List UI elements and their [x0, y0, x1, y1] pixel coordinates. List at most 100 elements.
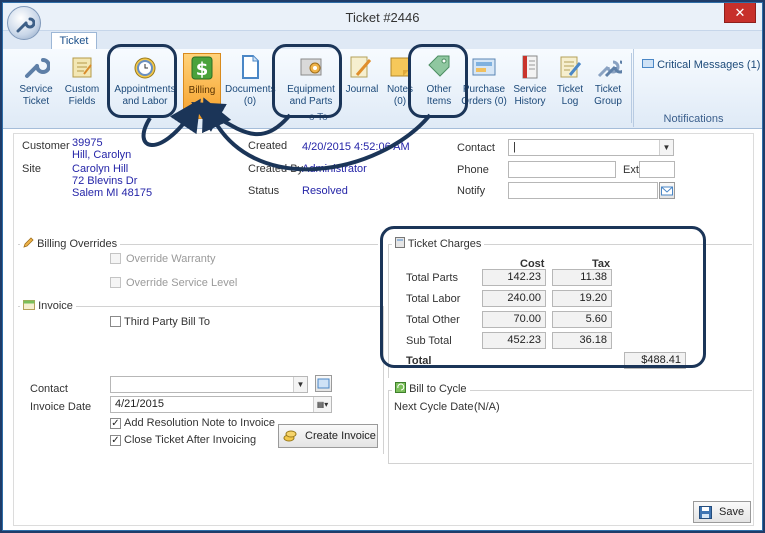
service-ticket-button[interactable]: Service Ticket: [13, 53, 59, 119]
close-ticket-after-invoicing-checkbox[interactable]: ✓: [110, 435, 121, 446]
equipment-gear-icon: [300, 58, 322, 76]
customer-label: Customer: [22, 140, 70, 152]
create-invoice-button[interactable]: Create Invoice: [278, 424, 378, 448]
next-cycle-date-value: (N/A): [474, 401, 500, 413]
tab-ticket[interactable]: Ticket: [51, 32, 97, 50]
billing-label-1: Billing: [188, 85, 216, 96]
add-resolution-note-label: Add Resolution Note to Invoice: [124, 417, 276, 429]
service-history-button[interactable]: Service History: [511, 53, 549, 119]
close-button[interactable]: ✕: [724, 3, 756, 23]
custom-fields-icon: [72, 57, 92, 78]
customer-id-link[interactable]: 39975: [72, 137, 103, 149]
contact-dropdown-value: |: [513, 141, 516, 153]
ticket-log-label-1: Ticket: [556, 84, 584, 95]
journal-label: Journal: [345, 84, 379, 95]
override-service-level-checkbox[interactable]: [110, 277, 121, 288]
contact-label: Contact: [457, 142, 495, 154]
floppy-disk-icon: [699, 506, 712, 519]
critical-messages-label: Critical Messages (1): [657, 59, 761, 71]
add-resolution-note-checkbox[interactable]: ✓: [110, 418, 121, 429]
status-label: Status: [248, 185, 280, 197]
save-label: Save: [719, 506, 745, 518]
dollar-icon: $: [191, 56, 213, 80]
purchase-orders-label-2: Orders (0): [461, 96, 507, 107]
phone-label: Phone: [457, 164, 489, 176]
purchase-orders-button[interactable]: Purchase Orders (0): [461, 53, 507, 119]
third-party-bill-to-label: Third Party Bill To: [124, 316, 210, 328]
ticket-log-button[interactable]: Ticket Log: [553, 53, 587, 119]
total-label: Total: [406, 355, 432, 367]
created-by-value: Administrator: [302, 163, 367, 175]
invoice-contact-dropdown[interactable]: ▼: [110, 376, 308, 393]
documents-label-1: Documents: [225, 84, 276, 95]
ribbon-group-separator: [631, 53, 632, 123]
notify-field[interactable]: [508, 182, 658, 199]
total-value: $488.41: [624, 352, 686, 369]
ribbon-group-label-go-to: o To: [309, 112, 328, 123]
custom-fields-label-2: Fields: [68, 96, 96, 107]
ribbon: Service Ticket Custom Fields Appointment…: [3, 49, 762, 129]
phone-field[interactable]: [508, 161, 616, 178]
custom-fields-button[interactable]: Custom Fields: [59, 53, 105, 119]
next-cycle-date-label: Next Cycle Date: [394, 401, 474, 413]
created-label: Created: [248, 140, 288, 152]
chevron-down-icon[interactable]: ▼: [293, 377, 307, 392]
ticket-charges-title: Ticket Charges: [392, 237, 485, 250]
envelope-icon: [661, 186, 673, 196]
journal-button[interactable]: Journal: [341, 53, 379, 119]
ticket-group-label-2: Group: [594, 96, 622, 107]
equipment-and-parts-button[interactable]: Equipment and Parts: [283, 53, 339, 119]
other-items-button[interactable]: Other Items: [419, 53, 459, 119]
application-menu-button[interactable]: [7, 6, 41, 40]
appointments-and-labor-button[interactable]: Appointments and Labor: [111, 53, 179, 119]
notes-button[interactable]: Notes (0): [383, 53, 417, 119]
appointments-label-2: and Labor: [122, 96, 168, 107]
pencil-icon: [23, 237, 34, 248]
alarm-clock-icon: [134, 57, 156, 79]
critical-messages-link[interactable]: Critical Messages (1): [642, 59, 760, 71]
contact-card-icon: [317, 378, 330, 389]
contact-dropdown[interactable]: | ▼: [508, 139, 674, 156]
total-other-label: Total Other: [406, 314, 460, 326]
billing-button[interactable]: $ Billing: [183, 53, 221, 119]
site-name-link[interactable]: Carolyn Hill: [72, 163, 128, 175]
notifications-group-label: Notifications: [663, 113, 724, 125]
save-button[interactable]: Save: [693, 501, 751, 523]
ext-field[interactable]: [639, 161, 675, 178]
tools-group-icon: [597, 60, 622, 78]
total-parts-label: Total Parts: [406, 272, 458, 284]
calendar-dropdown-icon[interactable]: ▦▾: [313, 397, 331, 412]
invoice-label: Invoice: [38, 300, 73, 312]
invoice-contact-lookup-button[interactable]: [315, 375, 332, 392]
bill-to-cycle-title: Bill to Cycle: [392, 382, 470, 395]
customer-name-link[interactable]: Hill, Carolyn: [72, 149, 131, 161]
equipment-label-2: and Parts: [289, 96, 333, 107]
site-label: Site: [22, 163, 41, 175]
ticket-window: Ticket #2446 ✕ Ticket Service Ticket Cus…: [2, 2, 763, 531]
site-city: Salem MI 48175: [72, 187, 153, 199]
sticky-note-icon: [390, 57, 410, 77]
chevron-down-icon[interactable]: ▼: [659, 140, 673, 155]
wrench-icon: [25, 58, 50, 78]
third-party-bill-to-checkbox[interactable]: [110, 316, 121, 327]
invoice-contact-label: Contact: [30, 383, 68, 395]
created-value: 4/20/2015 4:52:06 AM: [302, 141, 410, 153]
total-parts-tax: 11.38: [552, 269, 612, 286]
invoice-title: Invoice: [20, 300, 76, 312]
documents-label-2: (0): [243, 96, 257, 107]
total-other-cost: 70.00: [482, 311, 546, 328]
notify-email-button[interactable]: [659, 182, 675, 199]
purchase-order-icon: [472, 58, 496, 76]
invoice-date-field[interactable]: 4/21/2015 ▦▾: [110, 396, 332, 413]
billing-overrides-title: Billing Overrides: [20, 237, 121, 250]
total-labor-tax: 19.20: [552, 290, 612, 307]
ext-label: Ext: [623, 164, 639, 176]
documents-button[interactable]: Documents (0): [225, 53, 276, 119]
override-warranty-checkbox[interactable]: [110, 253, 121, 264]
service-ticket-label-2: Ticket: [22, 96, 50, 107]
title-bar: Ticket #2446 ✕: [3, 3, 762, 31]
notifications-panel: Critical Messages (1) Notifications: [633, 49, 760, 127]
notes-label-2: (0): [393, 96, 407, 107]
ticket-group-button[interactable]: Ticket Group: [589, 53, 627, 119]
override-warranty-label: Override Warranty: [126, 253, 216, 265]
